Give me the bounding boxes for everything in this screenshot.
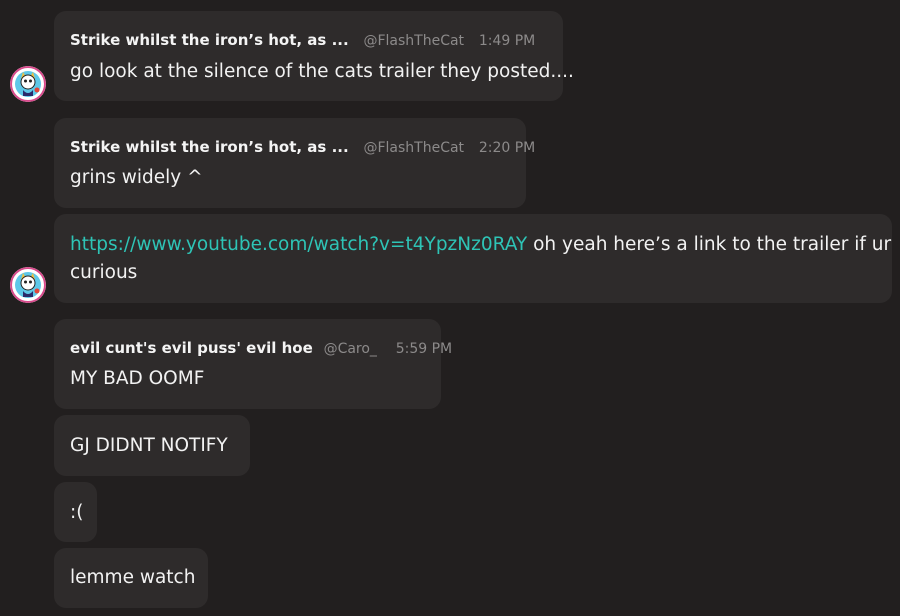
message-text-line2: curious	[70, 262, 138, 283]
timestamp: 2:20 PM	[478, 140, 536, 156]
author-handle[interactable]: @FlashTheCat	[363, 33, 464, 49]
author-name[interactable]: Strike whilst the iron’s hot, as ...	[70, 138, 349, 156]
message-link[interactable]: https://www.youtube.com/watch?v=t4YpzNz0…	[70, 234, 527, 255]
message-header: Strike whilst the iron’s hot, as ... @Fl…	[70, 138, 535, 157]
author-name[interactable]: Strike whilst the iron’s hot, as ...	[70, 31, 349, 49]
message-text: :(	[70, 502, 84, 523]
message-text: grins widely ^	[70, 167, 203, 188]
author-handle[interactable]: @Caro_	[324, 341, 377, 357]
timestamp: 1:49 PM	[478, 33, 536, 49]
avatar[interactable]	[10, 66, 46, 102]
message-text: MY BAD OOMF	[70, 368, 205, 389]
message-bubble[interactable]: GJ DIDNT NOTIFY	[54, 415, 250, 476]
message-text: lemme watch	[70, 567, 196, 588]
message-bubble[interactable]: Strike whilst the iron’s hot, as ... @Fl…	[54, 118, 535, 208]
message-text: go look at the silence of the cats trail…	[70, 61, 574, 82]
chat-thread: Strike whilst the iron’s hot, as ... @Fl…	[0, 0, 900, 616]
timestamp: 5:59 PM	[395, 341, 453, 357]
message-header: evil cunt's evil puss' evil hoe @Caro_ 5…	[70, 339, 452, 358]
author-name[interactable]: evil cunt's evil puss' evil hoe	[70, 339, 313, 357]
cartoon-cat-avatar-icon	[10, 66, 46, 102]
message-text: GJ DIDNT NOTIFY	[70, 435, 228, 456]
cartoon-cat-avatar-icon	[10, 267, 46, 303]
message-bubble[interactable]: evil cunt's evil puss' evil hoe @Caro_ 5…	[54, 319, 452, 409]
message-header: Strike whilst the iron’s hot, as ... @Fl…	[70, 31, 535, 50]
message-text-after-link: oh yeah here’s a link to the trailer if …	[527, 234, 892, 255]
avatar[interactable]	[10, 267, 46, 303]
message-bubble[interactable]: lemme watch	[54, 548, 208, 608]
message-bubble[interactable]: :(	[54, 482, 97, 542]
message-bubble[interactable]: https://www.youtube.com/watch?v=t4YpzNz0…	[54, 214, 892, 303]
author-handle[interactable]: @FlashTheCat	[363, 140, 464, 156]
message-text: https://www.youtube.com/watch?v=t4YpzNz0…	[70, 230, 891, 259]
message-bubble[interactable]: Strike whilst the iron’s hot, as ... @Fl…	[54, 11, 574, 101]
